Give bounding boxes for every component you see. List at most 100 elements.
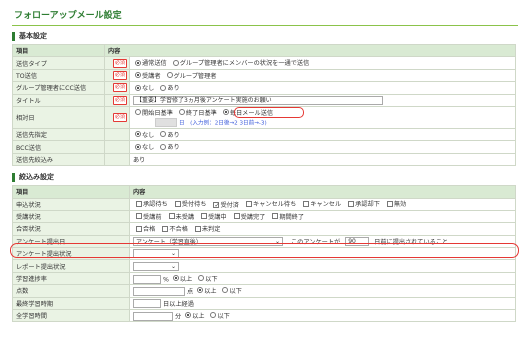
row-progress: 学習進捗率 % 以上 以下 bbox=[12, 271, 516, 286]
row-total-time: 全学習時間 分 以上 以下 bbox=[12, 309, 516, 323]
course-check-4[interactable]: 期間終了 bbox=[269, 212, 304, 221]
col-item-header: 項目 bbox=[12, 185, 130, 199]
send-target-none-radio[interactable]: なし bbox=[133, 130, 154, 139]
application-check-6[interactable]: 無効 bbox=[384, 199, 406, 208]
filter-settings-table: 項目 内容 申込状況 承認待ち 受付待ち ✓ 受付済 キャンセル待ち キャンセル … bbox=[12, 185, 516, 323]
survey-days-input[interactable]: 90 bbox=[345, 237, 370, 247]
radio-icon bbox=[178, 109, 185, 116]
checkbox-icon bbox=[168, 213, 175, 220]
send-target-yes-radio[interactable]: あり bbox=[158, 130, 180, 139]
score-over-radio[interactable]: 以上 bbox=[195, 286, 217, 295]
application-check-0[interactable]: 承認待ち bbox=[133, 199, 168, 208]
radio-selected-icon bbox=[135, 131, 141, 138]
required-badge: 必須 bbox=[112, 83, 127, 93]
row-bcc: BCC送信 なし あり bbox=[12, 140, 516, 154]
filter-settings-title: 絞込み設定 bbox=[19, 173, 54, 182]
course-check-1[interactable]: 未受講 bbox=[166, 212, 194, 221]
course-check-2[interactable]: 受講中 bbox=[198, 212, 227, 221]
group-cc-label: グループ管理者にCC送信 bbox=[12, 81, 105, 95]
required-badge: 必須 bbox=[112, 70, 127, 80]
total-time-label: 全学習時間 bbox=[12, 309, 130, 323]
radio-selected-icon bbox=[135, 72, 141, 79]
narrowed-value: あり bbox=[129, 152, 516, 167]
radio-selected-icon bbox=[135, 59, 141, 66]
filter-settings-heading: 絞込み設定 bbox=[12, 171, 518, 183]
total-time-over-radio[interactable]: 以上 bbox=[183, 311, 205, 320]
progress-unit: % bbox=[162, 276, 169, 284]
checkbox-icon bbox=[162, 225, 169, 232]
bcc-yes-radio[interactable]: あり bbox=[158, 142, 180, 151]
radio-icon bbox=[172, 59, 179, 66]
application-check-4[interactable]: キャンセル bbox=[300, 199, 341, 208]
pass-check-2[interactable]: 未判定 bbox=[192, 224, 220, 233]
total-time-input[interactable] bbox=[133, 311, 173, 321]
title-input[interactable]: 【重要】学習修了3ヵ月後アンケート実施のお願い bbox=[133, 95, 383, 105]
table-header-row: 項目 内容 bbox=[12, 43, 516, 58]
row-course: 受講状況 受講前 未受講 受講中 受講完了 期間終了 bbox=[12, 209, 516, 224]
survey-status-label: アンケート提出状況 bbox=[12, 247, 130, 261]
row-narrowed: 送信先絞込み あり bbox=[12, 152, 516, 167]
application-check-2[interactable]: ✓ 受付済 bbox=[210, 200, 239, 209]
relative-daily-radio[interactable]: 毎日メール送信 bbox=[221, 108, 273, 117]
checkbox-icon bbox=[386, 200, 393, 207]
row-survey-status: アンケート提出状況 ⌄ bbox=[12, 247, 516, 261]
score-input[interactable] bbox=[133, 286, 185, 296]
progress-over-radio[interactable]: 以上 bbox=[171, 274, 192, 283]
col-item-header: 項目 bbox=[12, 43, 105, 58]
checkbox-icon bbox=[272, 213, 279, 220]
pass-check-1[interactable]: 不合格 bbox=[159, 224, 188, 233]
group-cc-none-radio[interactable]: なし bbox=[133, 83, 154, 92]
row-relative-day: 相対日 必須 開始日基準 終了日基準 毎日メール送信 日 (入力例：2日後→2 … bbox=[12, 105, 516, 129]
pass-label: 合否状況 bbox=[12, 222, 130, 236]
to-label: TO送信 bbox=[12, 68, 105, 83]
total-time-under-radio[interactable]: 以下 bbox=[208, 311, 230, 320]
survey-date-label: アンケート提出日 bbox=[12, 234, 130, 249]
group-cc-yes-radio[interactable]: あり bbox=[158, 83, 180, 92]
checkbox-icon bbox=[136, 200, 142, 207]
course-check-0[interactable]: 受講前 bbox=[133, 212, 162, 221]
radio-selected-icon bbox=[222, 109, 229, 116]
send-type-normal-radio[interactable]: 通常送信 bbox=[133, 58, 167, 67]
checkbox-icon bbox=[233, 213, 240, 220]
section-marker-icon bbox=[12, 172, 15, 182]
col-content-header: 内容 bbox=[104, 43, 516, 58]
relative-end-radio[interactable]: 終了日基準 bbox=[177, 108, 217, 117]
application-check-1[interactable]: 受付待ち bbox=[172, 199, 206, 208]
checkbox-icon bbox=[201, 213, 208, 220]
checkbox-checked-icon: ✓ bbox=[213, 201, 220, 209]
survey-text-before: このアンケートが bbox=[290, 238, 341, 246]
send-type-group-radio[interactable]: グループ管理者にメンバーの状況を一通で送信 bbox=[171, 58, 309, 67]
application-check-3[interactable]: キャンセル待ち bbox=[243, 199, 296, 208]
radio-selected-icon bbox=[135, 84, 141, 91]
radio-icon bbox=[160, 143, 167, 150]
radio-icon bbox=[222, 287, 229, 294]
progress-input[interactable] bbox=[133, 274, 161, 284]
col-content-header: 内容 bbox=[129, 185, 516, 199]
row-last-study: 最終学習時期 日以上経過 bbox=[12, 296, 516, 311]
pass-check-0[interactable]: 合格 bbox=[133, 224, 155, 233]
application-check-5[interactable]: 承認却下 bbox=[345, 199, 380, 208]
relative-day-label: 相対日 bbox=[12, 105, 105, 129]
course-check-3[interactable]: 受講完了 bbox=[231, 212, 265, 221]
checkbox-icon bbox=[348, 200, 355, 207]
bcc-none-radio[interactable]: なし bbox=[133, 142, 154, 151]
course-label: 受講状況 bbox=[12, 209, 130, 224]
report-status-select[interactable]: ⌄ bbox=[133, 261, 179, 271]
progress-label: 学習進捗率 bbox=[12, 271, 130, 286]
last-study-input[interactable] bbox=[133, 299, 161, 309]
row-report-status: レポート提出状況 ⌄ bbox=[12, 259, 516, 273]
survey-text-after: 日前に提出されていること bbox=[374, 238, 449, 246]
score-under-radio[interactable]: 以下 bbox=[220, 286, 242, 295]
survey-select[interactable]: アンケート（学習直後） ⌄ bbox=[133, 237, 283, 247]
radio-icon bbox=[160, 131, 167, 138]
radio-icon bbox=[135, 109, 141, 116]
to-group-admin-radio[interactable]: グループ管理者 bbox=[165, 71, 216, 80]
to-learner-radio[interactable]: 受講者 bbox=[133, 71, 161, 80]
relative-start-radio[interactable]: 開始日基準 bbox=[133, 108, 173, 117]
bcc-label: BCC送信 bbox=[12, 140, 105, 154]
progress-under-radio[interactable]: 以下 bbox=[196, 274, 218, 283]
relative-day-input[interactable] bbox=[155, 118, 177, 128]
required-badge: 必須 bbox=[112, 95, 127, 105]
survey-status-select[interactable]: ⌄ bbox=[133, 249, 179, 259]
section-marker-icon bbox=[12, 31, 15, 41]
